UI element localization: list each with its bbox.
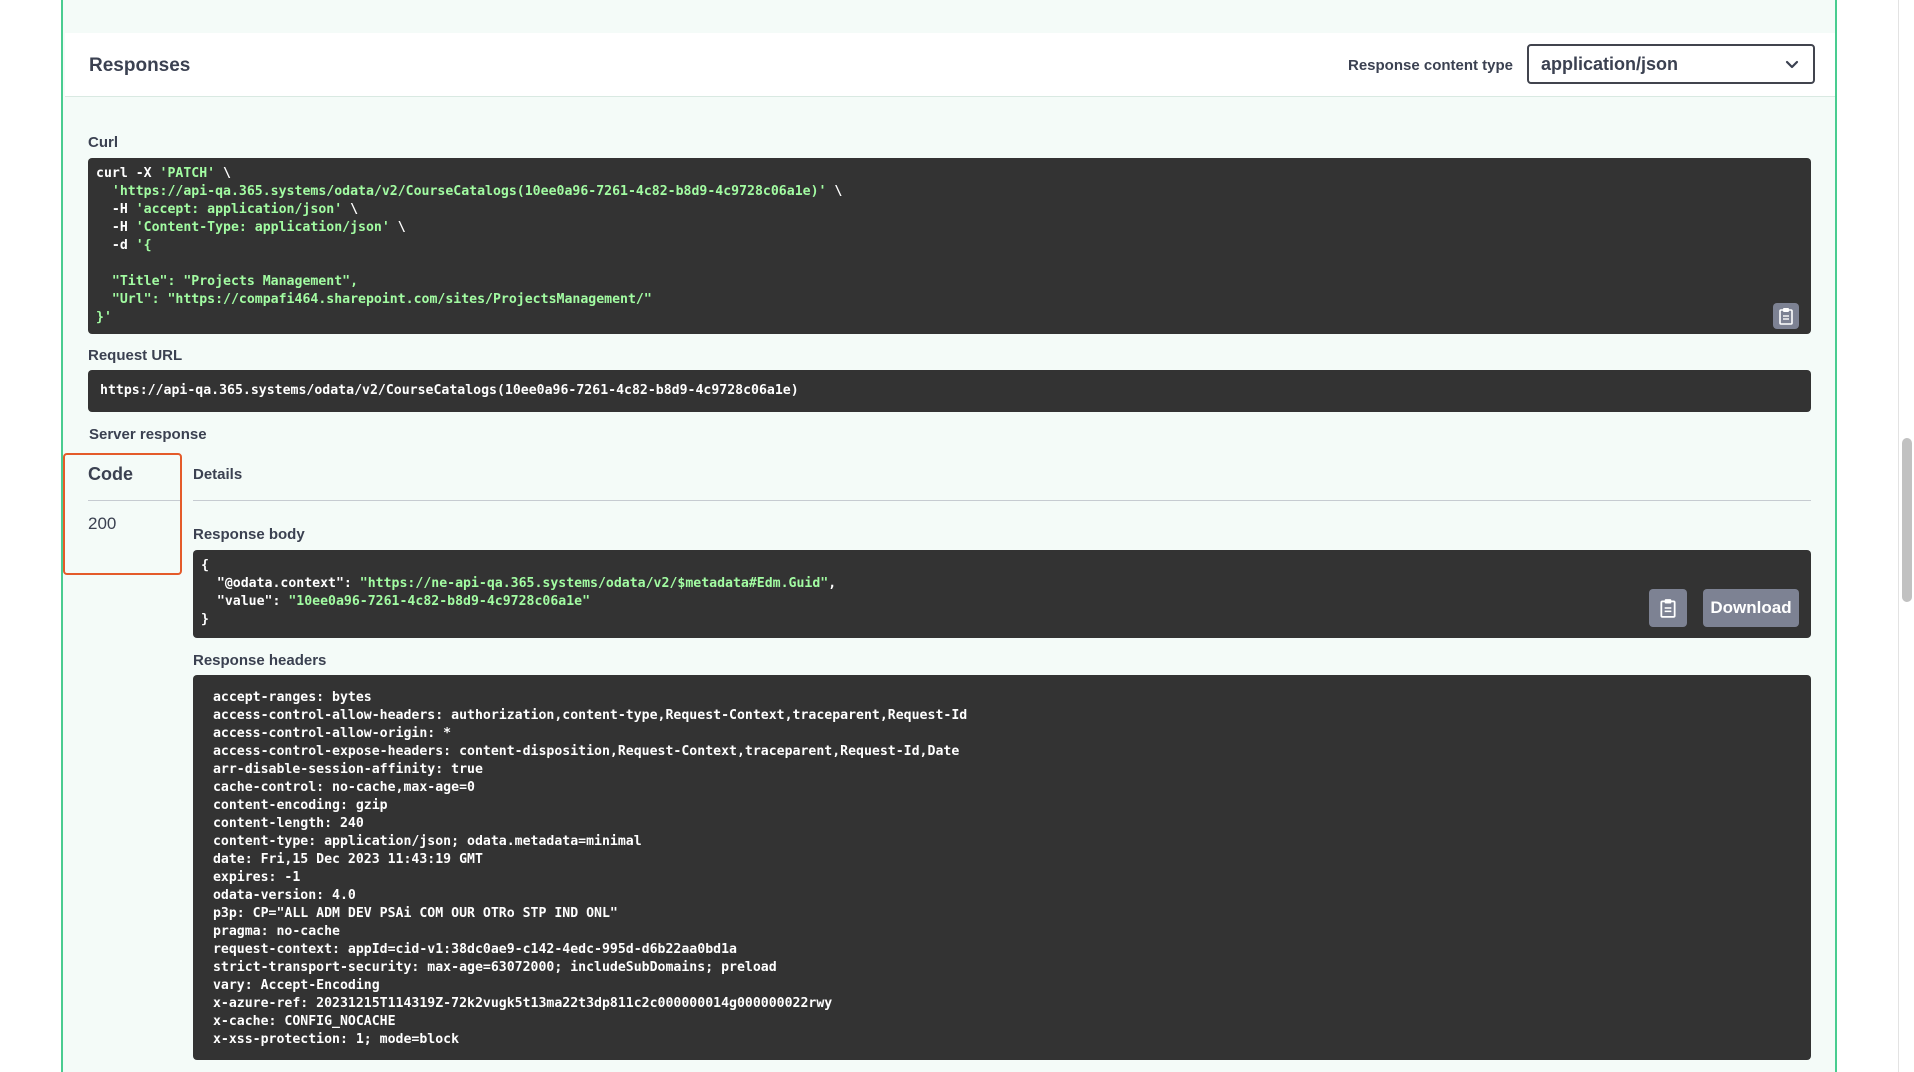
response-header-line: cache-control: no-cache,max-age=0: [205, 780, 475, 795]
code-header-divider: [88, 500, 180, 501]
response-body-text: }: [201, 612, 209, 627]
clipboard-icon: [1779, 308, 1793, 325]
response-header-line: x-cache: CONFIG_NOCACHE: [205, 1014, 396, 1029]
response-header-line: content-encoding: gzip: [205, 798, 388, 813]
response-body-line: "@odata.context": "https://ne-api-qa.365…: [201, 575, 1803, 593]
curl-line: 'https://api-qa.365.systems/odata/v2/Cou…: [96, 183, 1803, 201]
response-header-line: date: Fri,15 Dec 2023 11:43:19 GMT: [205, 852, 483, 867]
curl-line: -H 'accept: application/json' \: [96, 201, 1803, 219]
response-body-line: "value": "10ee0a96-7261-4c82-b8d9-4c9728…: [201, 593, 1803, 611]
curl-text: \: [389, 220, 406, 235]
response-header-line: request-context: appId=cid-v1:38dc0ae9-c…: [205, 942, 737, 957]
curl-line: "Url": "https://compafi464.sharepoint.co…: [96, 291, 1803, 309]
curl-line: -d '{: [96, 237, 1803, 255]
curl-line: "Title": "Projects Management",: [96, 273, 1803, 291]
curl-text: \: [826, 184, 843, 199]
response-body-block: { "@odata.context": "https://ne-api-qa.3…: [193, 550, 1811, 638]
curl-line: -H 'Content-Type: application/json' \: [96, 219, 1803, 237]
curl-text: \: [342, 202, 359, 217]
code-column-header: Code: [88, 464, 133, 484]
chevron-down-icon: [1785, 60, 1799, 69]
server-response-label: Server response: [89, 426, 207, 443]
response-header-line: odata-version: 4.0: [205, 888, 356, 903]
response-content-type-select[interactable]: application/json: [1527, 44, 1815, 84]
response-status-code: 200: [88, 514, 117, 533]
response-header-line: expires: -1: [205, 870, 301, 885]
response-body-label: Response body: [193, 526, 305, 543]
curl-text: -d: [96, 238, 136, 253]
response-content-type-label: Response content type: [1348, 57, 1514, 74]
response-header-line: p3p: CP="ALL ADM DEV PSAi COM OUR OTRo S…: [205, 906, 618, 921]
request-url-block: https://api-qa.365.systems/odata/v2/Cour…: [88, 370, 1811, 412]
download-button[interactable]: Download: [1703, 589, 1799, 627]
response-header-line: strict-transport-security: max-age=63072…: [205, 960, 777, 975]
curl-text: \: [215, 166, 231, 181]
curl-code-block: curl -X 'PATCH' \ 'https://api-qa.365.sy…: [88, 158, 1811, 334]
curl-line: [96, 255, 1803, 273]
curl-string: }': [96, 310, 112, 325]
response-body-line: }: [201, 611, 1803, 629]
request-url-label: Request URL: [88, 347, 183, 364]
response-body-line: {: [201, 557, 1803, 575]
response-header-line: vary: Accept-Encoding: [205, 978, 380, 993]
response-body-text: {: [201, 558, 209, 573]
response-body-text: "@odata.context":: [201, 576, 360, 591]
curl-string: 'https://api-qa.365.systems/odata/v2/Cou…: [111, 184, 827, 199]
response-headers-block: accept-ranges: bytes access-control-allo…: [193, 675, 1811, 1060]
response-header-line: access-control-allow-origin: *: [205, 726, 452, 741]
response-header-line: content-length: 240: [205, 816, 364, 831]
curl-text: -H: [96, 202, 136, 217]
details-column-header: Details: [193, 466, 243, 483]
curl-string: '{: [135, 238, 152, 253]
response-header-line: content-type: application/json; odata.me…: [205, 834, 642, 849]
response-body-text: ,: [828, 576, 837, 591]
curl-line: curl -X 'PATCH' \: [96, 165, 1803, 183]
response-content-type-value: application/json: [1541, 54, 1679, 74]
response-body-string: "https://ne-api-qa.365.systems/odata/v2/…: [359, 576, 829, 591]
curl-text: curl -X: [96, 166, 160, 181]
curl-string: 'Content-Type: application/json': [135, 220, 390, 235]
curl-string: 'accept: application/json': [135, 202, 343, 217]
response-header-line: access-control-allow-headers: authorizat…: [205, 708, 968, 723]
curl-text: [96, 292, 112, 307]
details-header-divider: [193, 500, 1811, 501]
responses-title: Responses: [89, 55, 191, 76]
responses-header: Responses Response content type applicat…: [65, 33, 1835, 97]
curl-label: Curl: [88, 134, 118, 151]
clipboard-icon: [1660, 599, 1676, 618]
response-header-line: accept-ranges: bytes: [205, 690, 372, 705]
curl-text: [96, 184, 112, 199]
curl-string: "Title": "Projects Management",: [111, 274, 359, 289]
curl-string: "Url": "https://compafi464.sharepoint.co…: [111, 292, 652, 307]
scrollbar-thumb[interactable]: [1902, 438, 1912, 602]
curl-text: [96, 274, 112, 289]
curl-text: -H: [96, 220, 136, 235]
copy-curl-button[interactable]: [1773, 303, 1799, 329]
response-body-string: "10ee0a96-7261-4c82-b8d9-4c9728c06a1e": [288, 594, 591, 609]
response-header-line: x-xss-protection: 1; mode=block: [205, 1032, 460, 1047]
response-body-text: "value":: [201, 594, 289, 609]
copy-response-body-button[interactable]: [1649, 589, 1687, 627]
response-header-line: x-azure-ref: 20231215T114319Z-72k2vugk5t…: [205, 996, 833, 1011]
response-header-line: pragma: no-cache: [205, 924, 340, 939]
request-url-value: https://api-qa.365.systems/odata/v2/Cour…: [100, 383, 799, 398]
curl-string: 'PATCH': [159, 166, 216, 181]
response-headers-label: Response headers: [193, 652, 327, 669]
page: Responses Response content type applicat…: [0, 0, 1914, 1072]
response-header-line: access-control-expose-headers: content-d…: [205, 744, 960, 759]
curl-line: }': [96, 309, 1803, 327]
response-header-line: arr-disable-session-affinity: true: [205, 762, 483, 777]
